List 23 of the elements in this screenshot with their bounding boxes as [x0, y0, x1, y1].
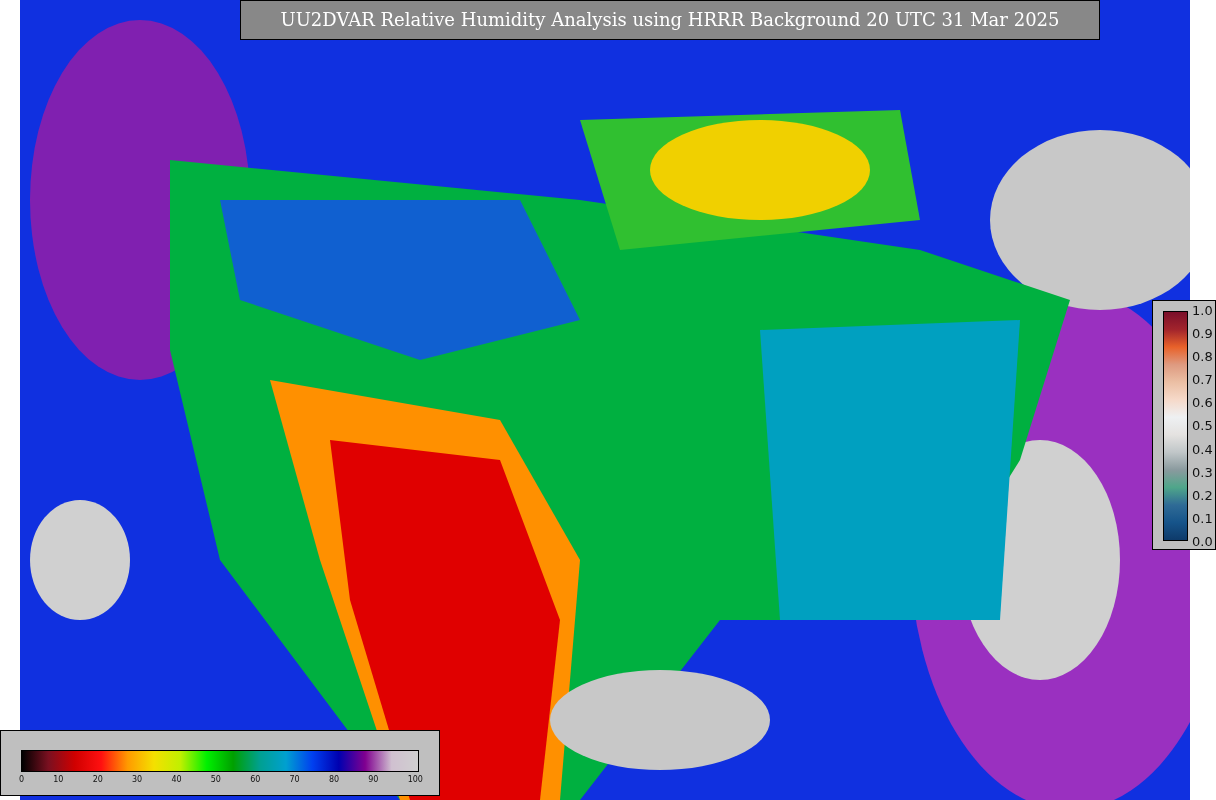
tick-label: 80: [328, 775, 340, 784]
tick-label: 0.7: [1192, 372, 1213, 388]
tick-label: 20: [92, 775, 103, 784]
tick-label: 70: [289, 775, 300, 784]
tick-label: 0.1: [1192, 510, 1213, 526]
tick-label: 0.2: [1192, 487, 1213, 503]
tick-label: 90: [368, 775, 379, 784]
tick-label: 0.9: [1192, 326, 1213, 342]
tick-label: 60: [250, 775, 261, 784]
tick-label: 100: [407, 775, 423, 784]
tick-label: 10: [53, 775, 64, 784]
tick-label: 0.3: [1192, 464, 1213, 480]
tick-label: 0.0: [1192, 533, 1213, 549]
tick-label: 0.5: [1192, 418, 1213, 434]
map-title: UU2DVAR Relative Humidity Analysis using HRRR Background 20 UTC 31 Mar 2025: [240, 0, 1100, 40]
tick-label: 30: [132, 775, 143, 784]
tick-label: 0.6: [1192, 395, 1213, 411]
tick-label: 40: [171, 775, 182, 784]
tick-label: 0.4: [1192, 441, 1213, 457]
tick-label: 0: [19, 775, 25, 784]
tick-label: 0.8: [1192, 349, 1213, 365]
tick-label: 1.0: [1192, 303, 1213, 318]
tick-label: 50: [210, 775, 221, 784]
